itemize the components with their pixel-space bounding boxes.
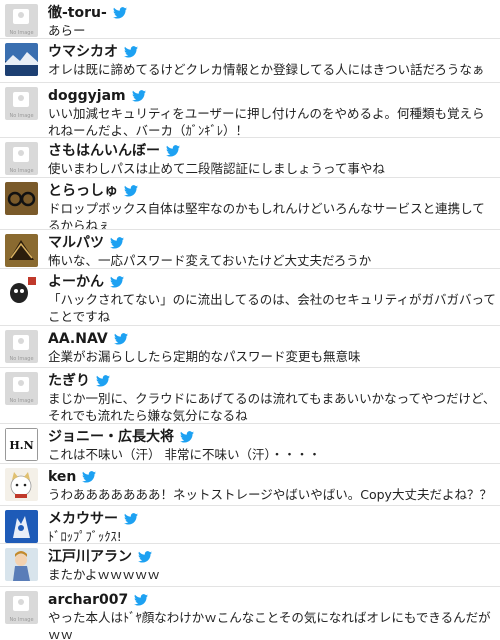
mecha-avatar-icon [5, 510, 38, 543]
avatar[interactable] [5, 234, 38, 267]
avatar[interactable]: No Image [5, 4, 38, 37]
tweet-item[interactable]: H.N ジョニー・広長大将 これは不味い（汗） 非常に不味い（汗）・・・・ [0, 424, 500, 464]
no-image-icon [13, 377, 29, 392]
twitter-bird-icon [82, 470, 97, 483]
avatar[interactable]: H.N [5, 428, 38, 461]
bird-avatar-icon [5, 234, 38, 267]
glasses-avatar-icon [5, 182, 38, 215]
avatar[interactable] [5, 548, 38, 581]
twitter-bird-icon [110, 236, 124, 249]
avatar[interactable] [5, 182, 38, 215]
twitter-bird-icon [131, 89, 146, 102]
user-name[interactable]: マルパツ [48, 234, 104, 252]
twitter-bird-icon [180, 430, 194, 443]
user-name[interactable]: とらっしゅ [48, 182, 118, 200]
no-image-label: No Image [9, 356, 34, 362]
tweet-text: ﾄﾞﾛｯﾌﾟﾌﾞｯｸｽ! [48, 529, 122, 544]
user-name[interactable]: たぎり [48, 372, 90, 390]
tweet-text: これは不味い（汗） 非常に不味い（汗）・・・・ [48, 447, 321, 462]
character-avatar-icon [5, 273, 38, 306]
tweet-text: またかよｗｗｗｗｗ [48, 567, 160, 582]
tweet-item[interactable]: マルパツ 怖いな、一応パスワード変えておいたけど大丈夫だろうか [0, 230, 500, 269]
no-image-icon [13, 335, 29, 350]
tweet-item[interactable]: とらっしゅ ドロップボックス自体は堅牢なのかもしれんけどいろんなサービスと連携し… [0, 178, 500, 230]
tweet-item[interactable]: No Image AA.NAV 企業がお漏らししたら定期的なパスワード変更も無意… [0, 326, 500, 368]
avatar[interactable]: No Image [5, 330, 38, 363]
tweet-text: オレは既に諦めてるけどクレカ情報とか登録してる人にはきつい話だろうなぁ [48, 62, 485, 77]
tweet-text: やった本人はﾄﾞﾔ顔なわけかｗこんなことその気になればオレにもできるんだがｗｗ [48, 610, 491, 640]
twitter-bird-icon [166, 144, 180, 157]
twitter-bird-icon [134, 593, 149, 606]
twitter-bird-icon [113, 332, 128, 345]
avatar[interactable]: No Image [5, 591, 38, 624]
user-name[interactable]: archar007 [48, 591, 128, 609]
tweet-item[interactable]: ken うわあああああああ！ネットストレージやばいやばい。Copy大丈夫だよね？… [0, 464, 500, 506]
avatar[interactable]: No Image [5, 372, 38, 405]
tweet-item[interactable]: 江戸川アラン またかよｗｗｗｗｗ [0, 544, 500, 587]
avatar[interactable] [5, 468, 38, 501]
no-image-icon [13, 596, 29, 611]
user-name[interactable]: ken [48, 468, 76, 486]
anime-avatar-icon [5, 548, 38, 581]
tweet-text: あらー [48, 23, 86, 38]
twitter-bird-icon [138, 550, 152, 563]
tweet-item[interactable]: メカウサー ﾄﾞﾛｯﾌﾟﾌﾞｯｸｽ! [0, 506, 500, 544]
twitter-bird-icon [124, 45, 138, 58]
user-name[interactable]: ウマシカオ [48, 43, 118, 61]
avatar[interactable]: No Image [5, 87, 38, 120]
user-name[interactable]: doggyjam [48, 87, 126, 105]
user-name[interactable]: ジョニー・広長大将 [48, 428, 174, 446]
tweet-item[interactable]: よーかん 「ハックされてない」のに流出してるのは、会社のセキュリティがガバガバっ… [0, 269, 500, 326]
tweet-text: ドロップボックス自体は堅牢なのかもしれんけどいろんなサービスと連携してるからねぇ [48, 201, 485, 230]
avatar[interactable] [5, 510, 38, 543]
tweet-text: 企業がお漏らししたら定期的なパスワード変更も無意味 [48, 349, 361, 364]
no-image-label: No Image [9, 168, 34, 174]
tweet-item[interactable]: No Image 徹-toru- あらー [0, 0, 500, 39]
no-image-label: No Image [9, 617, 34, 623]
tweet-text: 怖いな、一応パスワード変えておいたけど大丈夫だろうか [48, 253, 372, 268]
tweet-feed: No Image 徹-toru- あらー ウマシカオ オレは既に諦めてるけどクレ… [0, 0, 500, 640]
user-name[interactable]: AA.NAV [48, 330, 108, 348]
twitter-bird-icon [112, 6, 127, 19]
tweet-text: まじか一別に、クラウドにあげてるのは流れてもまあいいかなってやつだけど、それでも… [48, 391, 496, 423]
cat-avatar-icon [5, 468, 38, 501]
no-image-icon [13, 9, 29, 24]
tweet-item[interactable]: No Image たぎり まじか一別に、クラウドにあげてるのは流れてもまあいいか… [0, 368, 500, 424]
hn-logo-avatar-icon: H.N [5, 428, 38, 461]
twitter-bird-icon [124, 184, 138, 197]
hn-logo-text: H.N [9, 439, 33, 452]
tweet-text: いい加減セキュリティをユーザーに押し付けんのをやめるよ。何種類も覚えられねーんだ… [48, 106, 485, 138]
tweet-text: うわあああああああ！ネットストレージやばいやばい。Copy大丈夫だよね？？ [48, 487, 492, 502]
tweet-text: 「ハックされてない」のに流出してるのは、会社のセキュリティがガバガバってことです… [48, 292, 496, 324]
twitter-bird-icon [96, 374, 110, 387]
user-name[interactable]: よーかん [48, 273, 104, 291]
avatar[interactable] [5, 43, 38, 76]
twitter-bird-icon [110, 275, 124, 288]
no-image-icon [13, 92, 29, 107]
tweet-text: 使いまわしパスは止めて二段階認証にしましょうって事やね [48, 161, 385, 176]
twitter-bird-icon [124, 512, 138, 525]
avatar[interactable]: No Image [5, 142, 38, 175]
user-name[interactable]: 徹-toru- [48, 4, 107, 22]
user-name[interactable]: メカウサー [48, 510, 118, 528]
tweet-item[interactable]: No Image archar007 やった本人はﾄﾞﾔ顔なわけかｗこんなことそ… [0, 587, 500, 640]
tweet-item[interactable]: No Image さもはんいんぼー 使いまわしパスは止めて二段階認証にしましょう… [0, 138, 500, 178]
tweet-item[interactable]: ウマシカオ オレは既に諦めてるけどクレカ情報とか登録してる人にはきつい話だろうな… [0, 39, 500, 83]
avatar[interactable] [5, 273, 38, 306]
landscape-avatar-icon [5, 43, 38, 76]
no-image-label: No Image [9, 113, 34, 119]
no-image-icon [13, 147, 29, 162]
no-image-label: No Image [9, 30, 34, 36]
no-image-label: No Image [9, 398, 34, 404]
user-name[interactable]: 江戸川アラン [48, 548, 132, 566]
tweet-item[interactable]: No Image doggyjam いい加減セキュリティをユーザーに押し付けんの… [0, 83, 500, 138]
user-name[interactable]: さもはんいんぼー [48, 142, 160, 160]
